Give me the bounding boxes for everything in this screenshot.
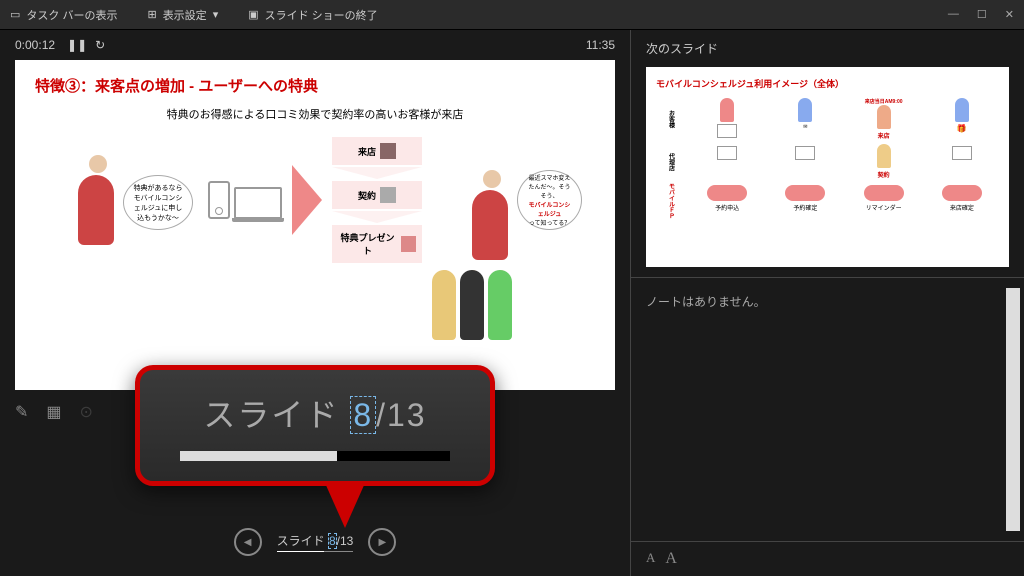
grid-icon[interactable]: ▦	[46, 402, 61, 422]
pen-icon[interactable]: ✎	[15, 402, 28, 422]
taskbar-label: タスク バーの表示	[26, 7, 117, 23]
right-panel: 次のスライド モバイルコンシェルジュ利用イメージ（全体） お客様 ✉ 来店当日A…	[630, 30, 1024, 576]
top-toolbar: ▭ タスク バーの表示 ⊞ 表示設定 ▾ ▣ スライド ショーの終了 — ☐ ✕	[0, 0, 1024, 30]
flow-step-3: 特典プレゼント	[332, 225, 422, 263]
elapsed-time: 0:00:12	[15, 38, 55, 52]
reset-button[interactable]: ↻	[95, 38, 105, 52]
flow-step-2: 契約	[332, 181, 422, 209]
notes-panel[interactable]: ノートはありません。	[631, 277, 1024, 541]
slide-title: 特徴③：来客点の増加 - ユーザーへの特典	[35, 75, 595, 96]
zoom-icon[interactable]: ⊙	[80, 402, 93, 422]
callout-total: 13	[387, 397, 427, 433]
devices-illustration	[208, 181, 282, 219]
prev-slide-button[interactable]: ◀	[234, 528, 262, 556]
scrollbar[interactable]	[1006, 288, 1020, 531]
row-label: 代理店	[656, 144, 686, 179]
display-settings[interactable]: ⊞ 表示設定 ▾	[147, 7, 218, 23]
chevron-down-icon: ▾	[213, 8, 219, 21]
next-slide-header: 次のスライド	[631, 30, 1024, 67]
speech-bubble-right: 最近スマホ変えたんだ〜。そうそう、モバイルコンシェルジュって知ってる？	[517, 170, 582, 230]
close-button[interactable]: ✕	[1005, 8, 1014, 21]
end-slideshow-label: スライド ショーの終了	[265, 7, 378, 23]
person-illustration	[472, 170, 512, 260]
font-controls: A A	[631, 541, 1024, 576]
timer-bar: 0:00:12 ❚❚ ↻ 11:35	[0, 30, 630, 60]
callout-current[interactable]: 8	[350, 396, 376, 434]
slide-subtitle: 特典のお得感による口コミ効果で契約率の高いお客様が来店	[35, 106, 595, 122]
display-icon: ⊞	[147, 8, 156, 21]
end-slideshow[interactable]: ▣ スライド ショーの終了	[248, 7, 377, 23]
pause-button[interactable]: ❚❚	[67, 38, 87, 52]
callout-progress	[180, 451, 450, 461]
arrow-icon	[292, 165, 322, 235]
taskbar-toggle[interactable]: ▭ タスク バーの表示	[10, 7, 117, 23]
current-slide[interactable]: 特徴③：来客点の増加 - ユーザーへの特典 特典のお得感による口コミ効果で契約率…	[15, 60, 615, 390]
next-slide-button[interactable]: ▶	[368, 528, 396, 556]
flow-step-1: 来店	[332, 137, 422, 165]
next-slide-title: モバイルコンシェルジュ利用イメージ（全体）	[656, 77, 999, 90]
notes-placeholder: ノートはありません。	[646, 295, 766, 309]
slide-number-callout: スライド 8/13	[135, 365, 495, 528]
font-decrease-button[interactable]: A	[646, 550, 655, 568]
minimize-button[interactable]: —	[948, 8, 959, 21]
slide-counter[interactable]: スライド 8/13	[277, 532, 354, 552]
next-slide-preview[interactable]: モバイルコンシェルジュ利用イメージ（全体） お客様 ✉ 来店当日AM9:00来店…	[646, 67, 1009, 267]
callout-prefix: スライド	[203, 397, 350, 433]
bottom-navigation: ◀ スライド 8/13 ▶	[0, 528, 630, 576]
display-settings-label: 表示設定	[163, 7, 207, 23]
presenter-panel: 0:00:12 ❚❚ ↻ 11:35 特徴③：来客点の増加 - ユーザーへの特典…	[0, 30, 630, 576]
end-icon: ▣	[248, 8, 258, 21]
row-label: モバイルＦＰ	[656, 183, 686, 219]
person-illustration	[78, 155, 118, 245]
row-label: お客様	[656, 98, 686, 140]
current-time: 11:35	[586, 38, 615, 52]
maximize-button[interactable]: ☐	[977, 8, 987, 21]
taskbar-icon: ▭	[10, 8, 20, 21]
font-increase-button[interactable]: A	[665, 550, 677, 568]
speech-bubble-left: 特典があるならモバイルコンシェルジュに申し込もうかな〜	[123, 175, 193, 230]
